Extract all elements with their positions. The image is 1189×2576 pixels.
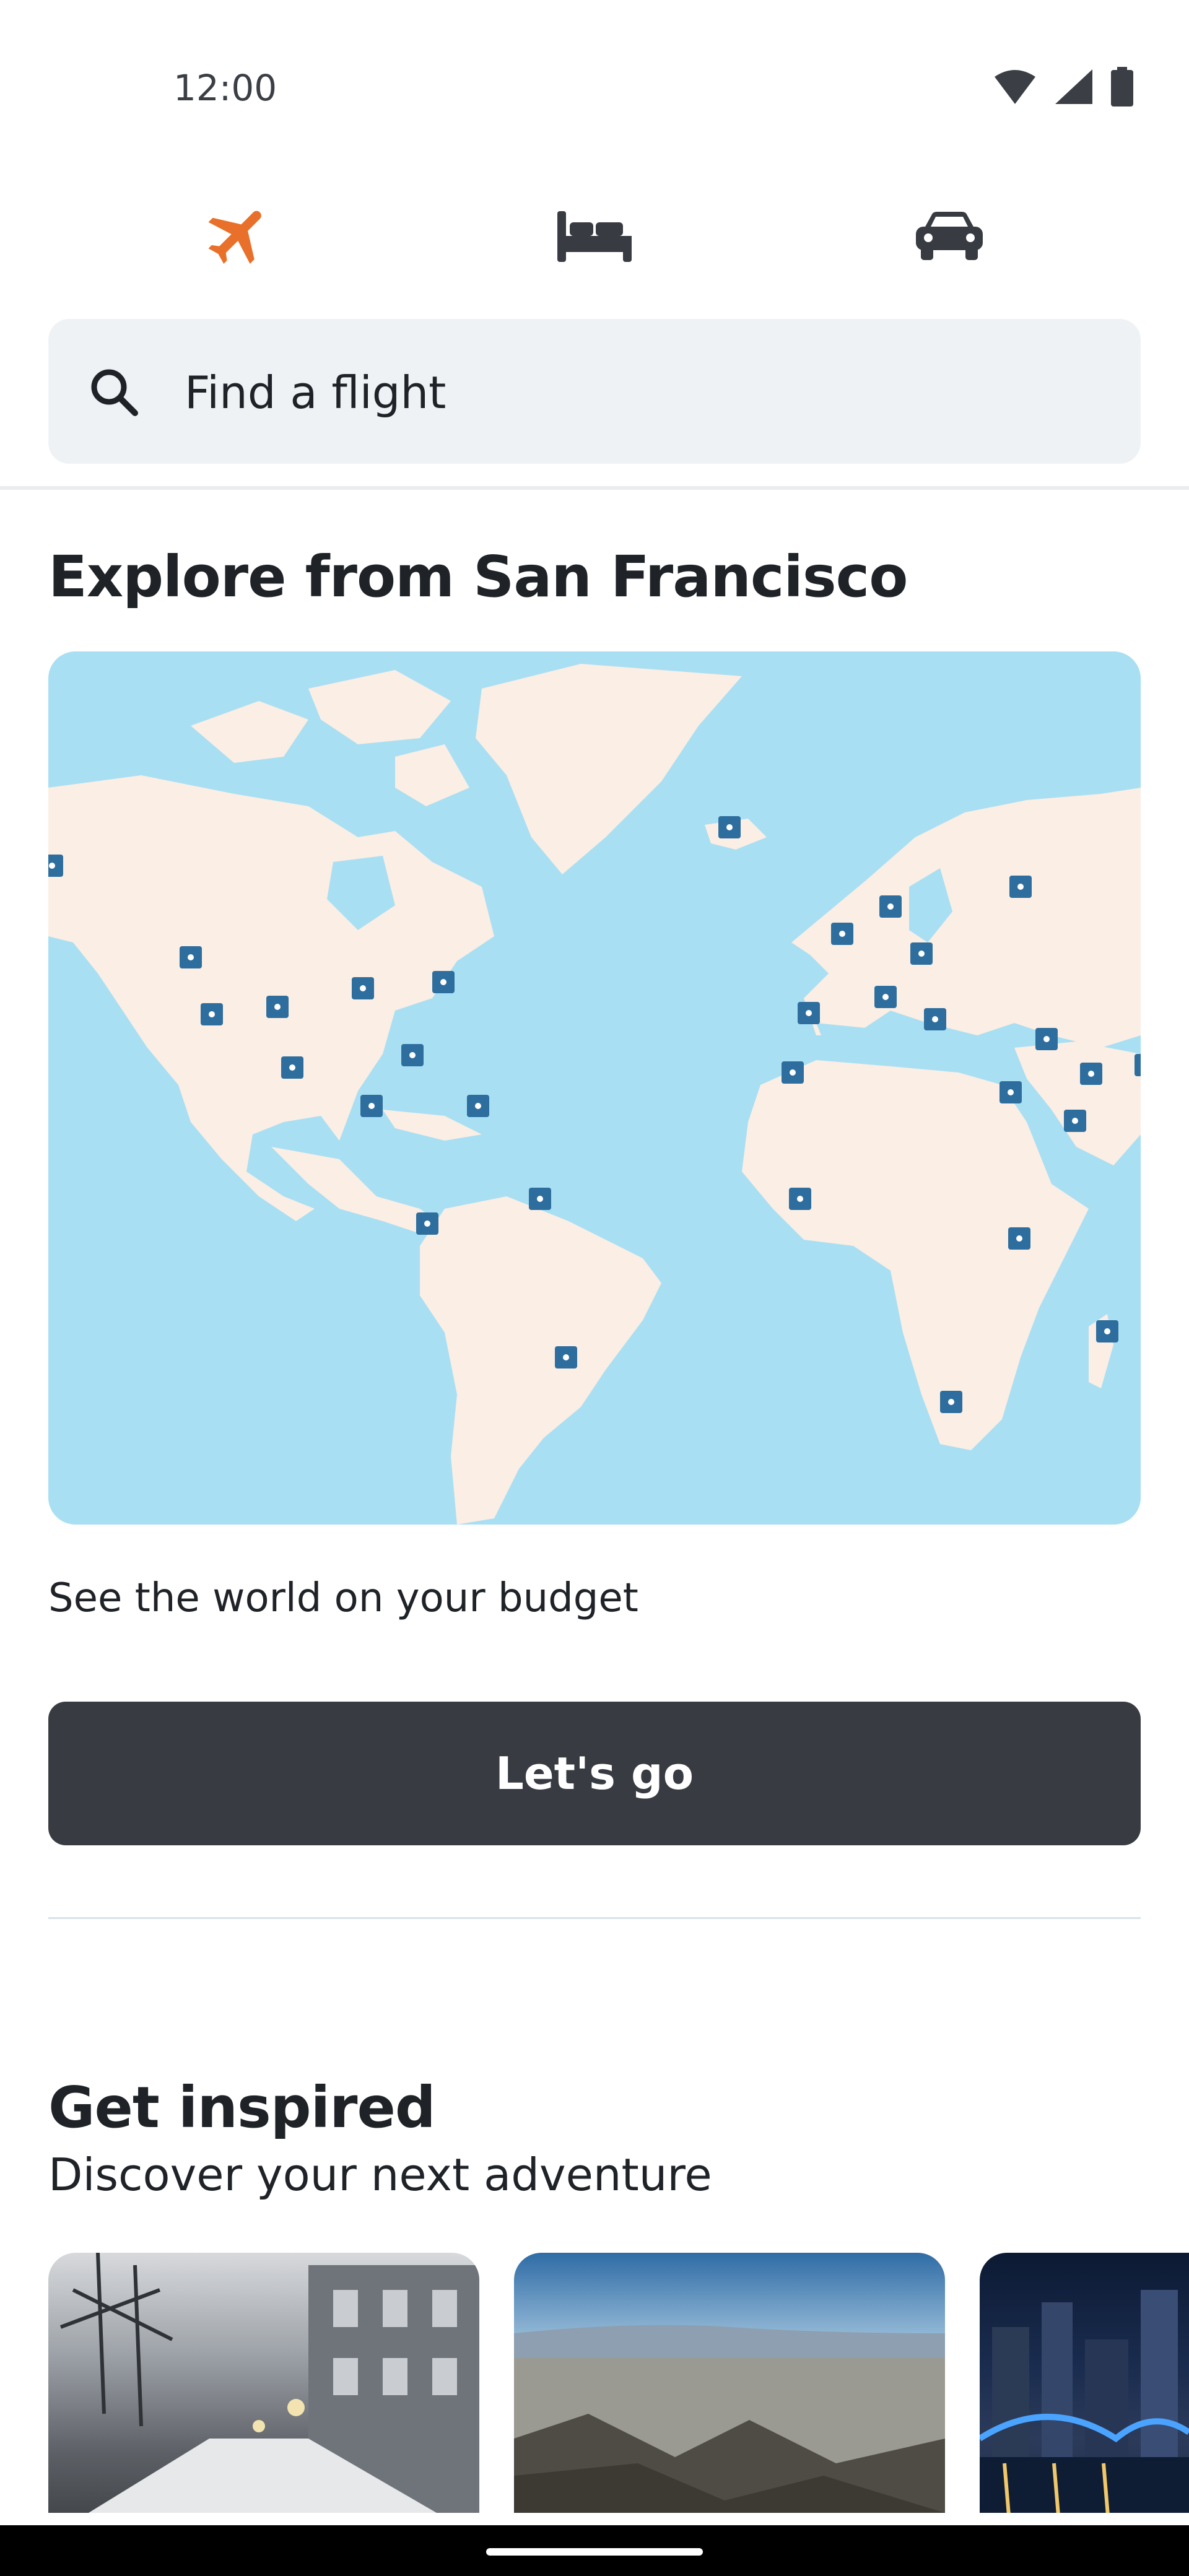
header-divider: [0, 486, 1189, 490]
map-pin[interactable]: [529, 1188, 551, 1210]
map-pin[interactable]: [1035, 1028, 1058, 1050]
inspired-title: Get inspired: [48, 2074, 436, 2141]
bed-icon: [557, 211, 632, 262]
status-icons: [993, 67, 1133, 107]
home-gesture-handle[interactable]: [486, 2548, 703, 2556]
signal-icon: [1055, 69, 1092, 104]
map-pin[interactable]: [798, 1002, 820, 1024]
map-pin[interactable]: [1135, 1054, 1141, 1076]
map-pin[interactable]: [924, 1008, 946, 1030]
map-pin[interactable]: [782, 1061, 804, 1084]
map-pin[interactable]: [1080, 1063, 1102, 1085]
map-pin[interactable]: [940, 1391, 962, 1413]
map-pin[interactable]: [789, 1188, 811, 1210]
lets-go-button[interactable]: Let's go: [48, 1702, 1141, 1845]
airplane-icon: [208, 211, 261, 264]
explore-map[interactable]: [48, 651, 1141, 1525]
wifi-icon: [995, 70, 1035, 104]
map-pin[interactable]: [416, 1212, 438, 1235]
map-pin[interactable]: [910, 942, 933, 965]
section-divider: [48, 1917, 1141, 1919]
explore-subtitle: See the world on your budget: [48, 1575, 638, 1621]
map-pin[interactable]: [201, 1003, 223, 1025]
map-pin[interactable]: [401, 1044, 424, 1066]
mountain-valley-photo: [514, 2325, 945, 2513]
map-pin[interactable]: [718, 816, 741, 838]
map-pin[interactable]: [1008, 1227, 1030, 1250]
tab-hotels[interactable]: [520, 186, 669, 285]
status-time: 12:00: [173, 67, 277, 109]
map-pin[interactable]: [1009, 876, 1032, 898]
map-pin[interactable]: [1000, 1081, 1022, 1103]
battery-icon: [1111, 67, 1133, 107]
city-bridge-night-photo: [980, 2290, 1189, 2513]
map-pin[interactable]: [360, 1095, 383, 1117]
snowy-street-photo: [59, 2253, 479, 2513]
mode-tabs: [0, 186, 1189, 285]
world-map: [48, 651, 1141, 1525]
car-icon: [916, 212, 983, 260]
search-input[interactable]: [183, 356, 1053, 429]
tab-cars[interactable]: [875, 186, 1024, 285]
inspired-subtitle: Discover your next adventure: [48, 2149, 712, 2201]
inspiration-card-snowy-street[interactable]: [48, 2253, 479, 2513]
search-bar[interactable]: [48, 319, 1141, 464]
inspiration-carousel[interactable]: [0, 2253, 1189, 2513]
tab-flights[interactable]: [165, 186, 313, 285]
inspiration-card-mountain-valley[interactable]: [514, 2253, 945, 2513]
search-icon: [91, 369, 138, 416]
map-pin[interactable]: [180, 946, 202, 968]
map-pin[interactable]: [266, 996, 289, 1018]
map-pin[interactable]: [432, 971, 455, 993]
map-pin[interactable]: [879, 895, 902, 918]
map-pin[interactable]: [831, 923, 853, 945]
map-pin[interactable]: [555, 1346, 577, 1368]
status-bar: 12:00: [0, 0, 1189, 155]
map-pin[interactable]: [48, 855, 63, 877]
map-pin[interactable]: [352, 977, 374, 999]
map-pin[interactable]: [1096, 1320, 1118, 1342]
map-pin[interactable]: [281, 1056, 303, 1079]
map-pin[interactable]: [467, 1095, 489, 1117]
map-pin[interactable]: [874, 986, 897, 1008]
inspiration-card-city-bridge[interactable]: [980, 2253, 1189, 2513]
map-pin[interactable]: [1064, 1110, 1086, 1132]
explore-title: Explore from San Francisco: [48, 544, 908, 610]
